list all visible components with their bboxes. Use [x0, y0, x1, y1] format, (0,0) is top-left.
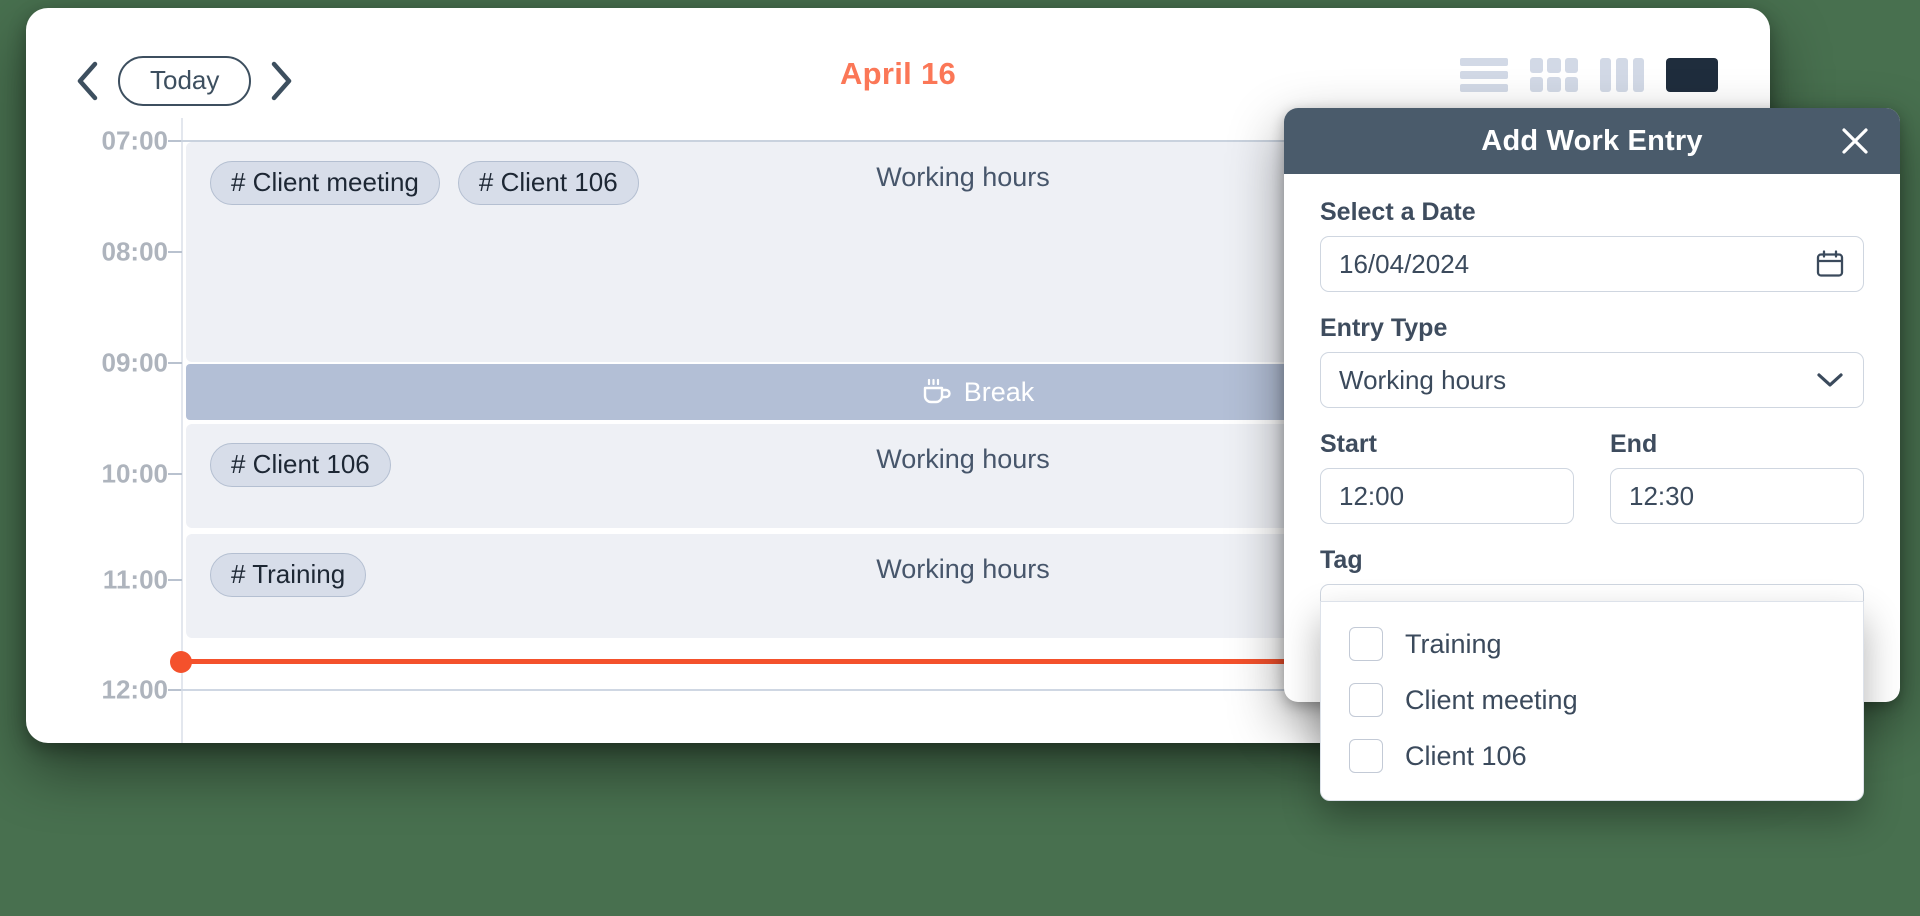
start-label: Start — [1320, 430, 1377, 458]
tag-label: Tag — [1320, 546, 1363, 574]
start-field-group: Start 12:00 — [1320, 430, 1574, 524]
checkbox-icon[interactable] — [1349, 627, 1383, 661]
calendar-toolbar: Today April 16 — [26, 8, 1770, 118]
entry-type-label: Entry Type — [1320, 314, 1448, 342]
tag-options-dropdown: Training Client meeting Client 106 — [1320, 601, 1864, 801]
hour-tick-1000 — [168, 473, 182, 475]
hour-tick-0800 — [168, 251, 182, 253]
tag-option-client-meeting[interactable]: Client meeting — [1321, 672, 1863, 728]
checkbox-icon[interactable] — [1349, 739, 1383, 773]
entry-type-value: Working hours — [1339, 364, 1507, 395]
date-input-value: 16/04/2024 — [1339, 248, 1470, 279]
list-view-icon[interactable] — [1460, 58, 1508, 92]
day-view-icon[interactable] — [1666, 58, 1718, 92]
grid-view-icon[interactable] — [1530, 58, 1578, 92]
date-field-group: Select a Date 16/04/2024 — [1320, 198, 1864, 292]
column-view-icon[interactable] — [1600, 58, 1644, 92]
coffee-cup-icon — [922, 378, 952, 406]
time-axis-line — [181, 118, 183, 743]
tag-option-label: Client 106 — [1405, 740, 1527, 771]
modal-body: Select a Date 16/04/2024 Entry Type Work… — [1284, 174, 1900, 801]
hour-label-1100: 11:00 — [102, 564, 168, 595]
tag-field-group: Tag Training Client meeting Client 106 — [1320, 546, 1864, 801]
hour-tick-1100 — [168, 579, 182, 581]
tag-option-label: Client meeting — [1405, 684, 1578, 715]
time-range-row: Start 12:00 End 12:30 — [1320, 430, 1864, 524]
hour-label-1000: 10:00 — [101, 458, 169, 489]
current-time-dot — [170, 651, 192, 673]
view-toggle-group — [1460, 58, 1718, 92]
end-time-input[interactable]: 12:30 — [1610, 468, 1864, 524]
hour-tick-0900 — [168, 362, 182, 364]
end-field-group: End 12:30 — [1610, 430, 1864, 524]
calendar-icon[interactable] — [1815, 249, 1845, 279]
entry-type-field-group: Entry Type Working hours — [1320, 314, 1864, 408]
close-button[interactable] — [1832, 118, 1878, 164]
tag-option-client-106[interactable]: Client 106 — [1321, 728, 1863, 784]
hour-label-0700: 07:00 — [101, 125, 169, 156]
close-icon — [1838, 128, 1872, 161]
date-input[interactable]: 16/04/2024 — [1320, 236, 1864, 292]
date-field-label: Select a Date — [1320, 198, 1476, 226]
start-time-value: 12:00 — [1339, 480, 1405, 511]
hour-tick-1200 — [168, 689, 182, 691]
chevron-down-icon[interactable] — [1815, 370, 1845, 390]
start-time-input[interactable]: 12:00 — [1320, 468, 1574, 524]
end-time-value: 12:30 — [1629, 480, 1695, 511]
end-label: End — [1610, 430, 1658, 458]
entry-type-select[interactable]: Working hours — [1320, 352, 1864, 408]
break-label: Break — [963, 376, 1035, 407]
hour-label-1200: 12:00 — [101, 674, 169, 705]
checkbox-icon[interactable] — [1349, 683, 1383, 717]
tag-option-training[interactable]: Training — [1321, 616, 1863, 672]
modal-title: Add Work Entry — [1481, 124, 1703, 157]
add-work-entry-modal: Add Work Entry Select a Date 16/04/2024 — [1284, 108, 1900, 801]
hour-label-0900: 09:00 — [101, 347, 169, 378]
modal-header: Add Work Entry — [1284, 108, 1900, 174]
tag-option-label: Training — [1405, 628, 1502, 659]
hour-tick-0700 — [168, 140, 182, 142]
hour-label-0800: 08:00 — [101, 236, 169, 267]
